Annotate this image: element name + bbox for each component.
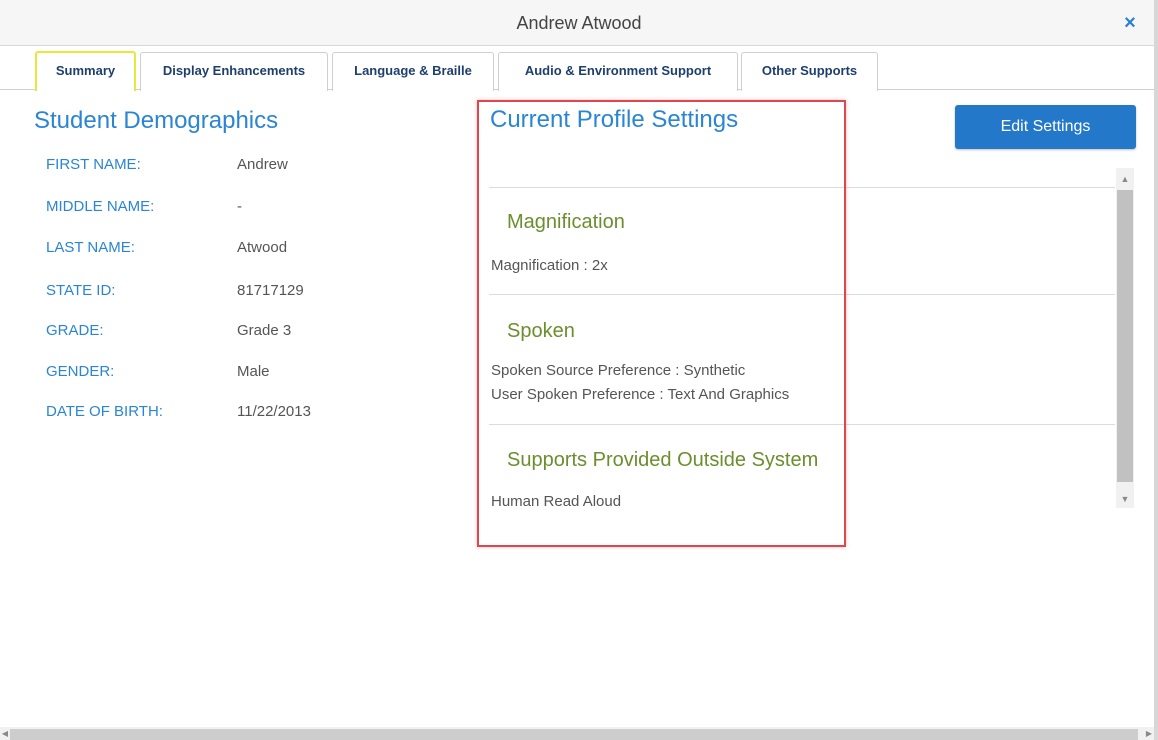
- field-value: Grade 3: [237, 322, 292, 339]
- scroll-down-icon[interactable]: ▼: [1116, 490, 1134, 508]
- dialog-title: Andrew Atwood: [516, 13, 642, 33]
- field-label: STATE ID:: [46, 282, 116, 299]
- field-label: DATE OF BIRTH:: [46, 403, 163, 420]
- scroll-thumb[interactable]: [10, 729, 1138, 740]
- edit-settings-button[interactable]: Edit Settings: [955, 105, 1136, 149]
- tab-summary[interactable]: Summary: [35, 51, 136, 91]
- close-icon[interactable]: ×: [1120, 13, 1140, 33]
- field-label: FIRST NAME:: [46, 156, 141, 173]
- setting-line: Spoken Source Preference : Synthetic: [491, 362, 746, 379]
- tab-display-enhancements[interactable]: Display Enhancements: [140, 52, 328, 91]
- profile-settings-heading: Current Profile Settings: [490, 106, 739, 133]
- demographics-heading: Student Demographics: [34, 107, 279, 134]
- scroll-left-icon[interactable]: ◀: [0, 727, 10, 740]
- setting-line: User Spoken Preference : Text And Graphi…: [491, 386, 790, 403]
- tab-other-supports[interactable]: Other Supports: [741, 52, 878, 91]
- field-label: MIDDLE NAME:: [46, 198, 155, 215]
- field-value: -: [237, 198, 242, 215]
- scroll-up-icon[interactable]: ▲: [1116, 170, 1134, 188]
- section-title-supports-outside: Supports Provided Outside System: [507, 449, 819, 471]
- field-value: Andrew: [237, 156, 288, 173]
- field-label: LAST NAME:: [46, 239, 135, 256]
- field-label: GRADE:: [46, 322, 104, 339]
- horizontal-scrollbar[interactable]: ◀ ▶: [0, 727, 1158, 740]
- field-value: 11/22/2013: [237, 403, 311, 420]
- section-title-magnification: Magnification: [507, 211, 625, 233]
- divider: [489, 294, 1115, 295]
- window-edge: [1154, 0, 1158, 740]
- vertical-scrollbar[interactable]: ▲ ▼: [1116, 168, 1134, 508]
- setting-line: Human Read Aloud: [491, 493, 622, 510]
- setting-line: Magnification : 2x: [491, 257, 608, 274]
- field-label: GENDER:: [46, 363, 115, 380]
- tab-language-braille[interactable]: Language & Braille: [332, 52, 494, 91]
- scroll-right-icon[interactable]: ▶: [1144, 727, 1154, 740]
- student-profile-dialog: Andrew Atwood × Summary Display Enhancem…: [0, 0, 1158, 740]
- tab-audio-environment-support[interactable]: Audio & Environment Support: [498, 52, 738, 91]
- field-value: 81717129: [237, 282, 304, 299]
- divider: [489, 424, 1115, 425]
- field-value: Atwood: [237, 239, 288, 256]
- tab-bar: Summary Display Enhancements Language & …: [0, 46, 1158, 91]
- section-title-spoken: Spoken: [507, 320, 575, 342]
- divider: [489, 187, 1115, 188]
- field-value: Male: [237, 363, 270, 380]
- title-bar: Andrew Atwood ×: [0, 0, 1158, 46]
- scroll-thumb[interactable]: [1117, 190, 1133, 482]
